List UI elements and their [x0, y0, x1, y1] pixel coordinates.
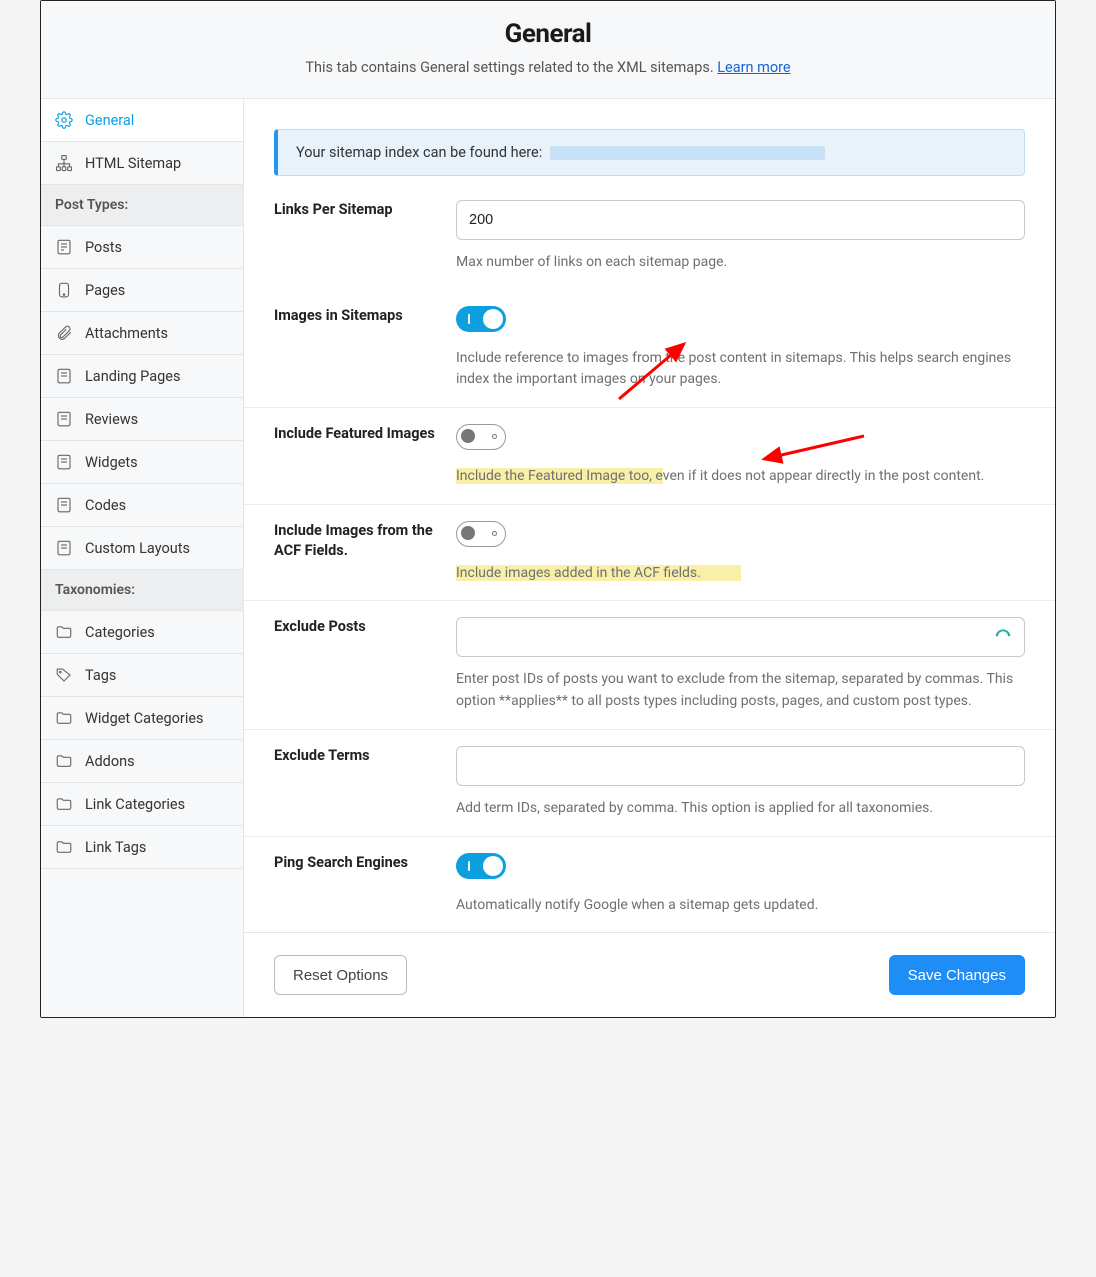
sidebar-item-widgets[interactable]: Widgets [41, 441, 243, 484]
doc-icon [55, 410, 73, 428]
learn-more-link[interactable]: Learn more [717, 59, 790, 76]
field-include-featured: Include Featured Images Include the Feat… [244, 408, 1055, 505]
sitemap-url-redacted [550, 146, 825, 160]
page-subtitle: This tab contains General settings relat… [61, 59, 1035, 76]
sidebar-item-categories[interactable]: Categories [41, 611, 243, 654]
field-links-per-sitemap: Links Per Sitemap Max number of links on… [244, 200, 1055, 290]
sidebar-item-label: Link Categories [85, 796, 185, 813]
sidebar-item-label: Custom Layouts [85, 540, 190, 557]
field-label: Exclude Posts [274, 617, 456, 712]
folder-icon [55, 795, 73, 813]
images-in-sitemaps-toggle[interactable] [456, 306, 506, 332]
sidebar-item-label: Landing Pages [85, 368, 180, 385]
field-exclude-posts: Exclude Posts Enter post IDs of posts yo… [244, 601, 1055, 729]
settings-content: Your sitemap index can be found here: Li… [244, 99, 1055, 1017]
exclude-terms-input[interactable] [456, 746, 1025, 786]
sidebar-item-label: Link Tags [85, 839, 146, 856]
sidebar-item-addons[interactable]: Addons [41, 740, 243, 783]
sidebar-item-label: Posts [85, 239, 122, 256]
save-button[interactable]: Save Changes [889, 955, 1025, 995]
field-include-acf: Include Images from the ACF Fields. Incl… [244, 505, 1055, 602]
sidebar-item-codes[interactable]: Codes [41, 484, 243, 527]
field-label: Include Images from the ACF Fields. [274, 521, 456, 585]
include-featured-toggle[interactable] [456, 424, 506, 450]
sidebar-heading-post-types: Post Types: [41, 185, 243, 226]
sidebar-item-widget-categories[interactable]: Widget Categories [41, 697, 243, 740]
field-label: Links Per Sitemap [274, 200, 456, 274]
field-desc: Max number of links on each sitemap page… [456, 252, 1025, 274]
sidebar-item-label: Widget Categories [85, 710, 204, 727]
clip-icon [55, 324, 73, 342]
sidebar-item-label: Categories [85, 624, 155, 641]
folder-icon [55, 752, 73, 770]
field-ping-search-engines: Ping Search Engines Automatically notify… [244, 837, 1055, 933]
sidebar-item-label: Codes [85, 497, 126, 514]
sidebar-item-general[interactable]: General [41, 99, 243, 142]
sidebar-item-pages[interactable]: Pages [41, 269, 243, 312]
sidebar-item-label: Attachments [85, 325, 168, 342]
doc-icon [55, 496, 73, 514]
field-desc: Automatically notify Google when a sitem… [456, 895, 1025, 917]
ping-toggle[interactable] [456, 853, 506, 879]
field-desc: Include the Featured Image too, even if … [456, 466, 1025, 488]
sidebar-item-label: Widgets [85, 454, 138, 471]
sidebar-item-custom-layouts[interactable]: Custom Layouts [41, 527, 243, 570]
field-label: Ping Search Engines [274, 853, 456, 917]
sidebar-heading-taxonomies: Taxonomies: [41, 570, 243, 611]
sidebar-item-html-sitemap[interactable]: HTML Sitemap [41, 142, 243, 185]
form-footer: Reset Options Save Changes [244, 932, 1055, 1017]
folder-icon [55, 838, 73, 856]
include-acf-toggle[interactable] [456, 521, 506, 547]
sidebar-item-label: General [85, 112, 134, 129]
field-exclude-terms: Exclude Terms Add term IDs, separated by… [244, 730, 1055, 837]
field-label: Images in Sitemaps [274, 306, 456, 391]
page-header: General This tab contains General settin… [41, 1, 1055, 99]
field-desc: Include images added in the ACF fields. [456, 563, 1025, 585]
sidebar-item-label: Reviews [85, 411, 138, 428]
doc-icon [55, 539, 73, 557]
settings-sidebar: General HTML Sitemap Post Types: Posts P… [41, 99, 244, 1017]
exclude-posts-input[interactable] [456, 617, 1025, 657]
sidebar-item-label: Addons [85, 753, 135, 770]
reset-button[interactable]: Reset Options [274, 955, 407, 995]
sidebar-item-tags[interactable]: Tags [41, 654, 243, 697]
page-icon [55, 281, 73, 299]
doc-icon [55, 453, 73, 471]
folder-icon [55, 623, 73, 641]
sitemap-index-info: Your sitemap index can be found here: [274, 129, 1025, 176]
sidebar-item-label: Tags [85, 667, 116, 684]
sidebar-item-link-categories[interactable]: Link Categories [41, 783, 243, 826]
field-desc: Add term IDs, separated by comma. This o… [456, 798, 1025, 820]
sidebar-item-label: Pages [85, 282, 125, 299]
sidebar-item-label: HTML Sitemap [85, 155, 181, 172]
spinner-icon [993, 627, 1013, 647]
sidebar-item-attachments[interactable]: Attachments [41, 312, 243, 355]
sidebar-item-posts[interactable]: Posts [41, 226, 243, 269]
field-label: Include Featured Images [274, 424, 456, 488]
sitemap-icon [55, 154, 73, 172]
tag-icon [55, 666, 73, 684]
links-per-sitemap-input[interactable] [456, 200, 1025, 240]
sidebar-item-landing-pages[interactable]: Landing Pages [41, 355, 243, 398]
field-desc: Enter post IDs of posts you want to excl… [456, 669, 1025, 712]
field-desc: Include reference to images from the pos… [456, 348, 1025, 391]
doc-icon [55, 367, 73, 385]
field-label: Exclude Terms [274, 746, 456, 820]
folder-icon [55, 709, 73, 727]
gear-icon [55, 111, 73, 129]
field-images-in-sitemaps: Images in Sitemaps Include reference to … [244, 290, 1055, 408]
page-title: General [61, 19, 1035, 49]
sidebar-item-link-tags[interactable]: Link Tags [41, 826, 243, 869]
doc-icon [55, 238, 73, 256]
sidebar-item-reviews[interactable]: Reviews [41, 398, 243, 441]
